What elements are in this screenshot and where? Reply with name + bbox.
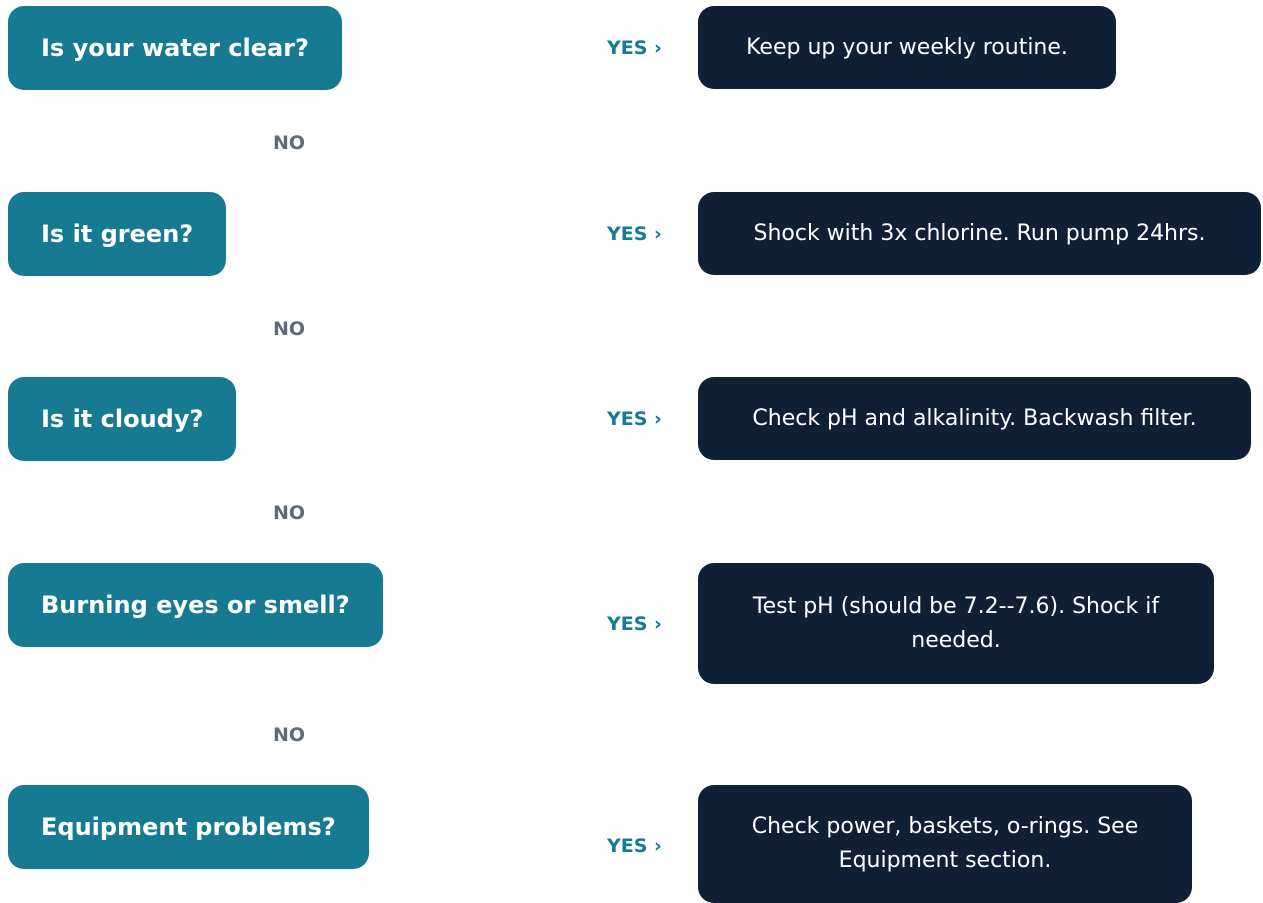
- answer-burning-eyes: Test pH (should be 7.2--7.6). Shock if n…: [698, 563, 1214, 684]
- question-burning-eyes: Burning eyes or smell?: [8, 563, 383, 647]
- yes-label-equipment: YES ›: [607, 835, 662, 857]
- no-label-1: NO: [273, 132, 306, 154]
- question-equipment: Equipment problems?: [8, 785, 369, 869]
- yes-label-cloudy: YES ›: [607, 408, 662, 430]
- answer-equipment: Check power, baskets, o-rings. See Equip…: [698, 785, 1192, 903]
- yes-label-water-clear: YES ›: [607, 37, 662, 59]
- question-water-clear: Is your water clear?: [8, 6, 342, 90]
- no-label-3: NO: [273, 502, 306, 524]
- yes-label-burning-eyes: YES ›: [607, 613, 662, 635]
- question-cloudy: Is it cloudy?: [8, 377, 237, 461]
- answer-water-clear: Keep up your weekly routine.: [698, 6, 1116, 89]
- no-label-4: NO: [273, 724, 306, 746]
- question-green: Is it green?: [8, 192, 227, 276]
- answer-green: Shock with 3x chlorine. Run pump 24hrs.: [698, 192, 1261, 275]
- yes-label-green: YES ›: [607, 223, 662, 245]
- answer-cloudy: Check pH and alkalinity. Backwash filter…: [698, 377, 1251, 460]
- troubleshooting-flowchart: Is your water clear? YES › Keep up your …: [0, 0, 1263, 903]
- no-label-2: NO: [273, 318, 306, 340]
